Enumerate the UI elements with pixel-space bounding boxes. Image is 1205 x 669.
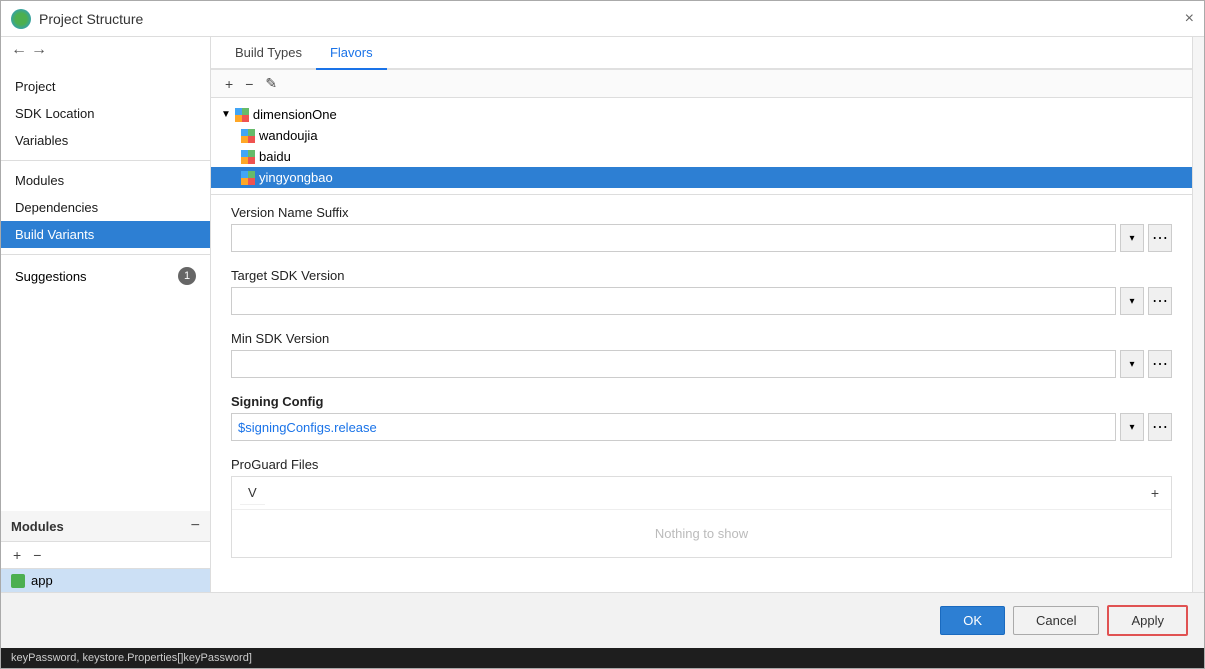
suggestions-badge: 1 xyxy=(178,267,196,285)
signing-config-dropdown-btn[interactable]: ▾ xyxy=(1120,413,1144,441)
tab-build-types[interactable]: Build Types xyxy=(221,37,316,70)
title-bar: Project Structure × xyxy=(1,1,1204,37)
flavor-icon xyxy=(235,108,249,122)
tree-label-wandoujia: wandoujia xyxy=(259,128,318,143)
right-scrollbar[interactable] xyxy=(1192,37,1204,592)
close-button[interactable]: × xyxy=(1185,11,1194,27)
chevron-icon: ▼ xyxy=(221,109,231,120)
min-sdk-version-label: Min SDK Version xyxy=(231,331,1172,346)
apply-button[interactable]: Apply xyxy=(1107,605,1188,636)
version-name-suffix-field: Version Name Suffix ▾ ⋯ xyxy=(231,205,1172,252)
version-name-suffix-input[interactable] xyxy=(231,224,1116,252)
tree-toolbar: + − ✎ xyxy=(211,70,1192,98)
code-bar-text: keyPassword, keystore.Properties[]keyPas… xyxy=(11,652,252,664)
version-name-suffix-dropdown-btn[interactable]: ▾ xyxy=(1120,224,1144,252)
module-name: app xyxy=(31,573,53,588)
sidebar-item-sdk-location[interactable]: SDK Location xyxy=(1,100,210,127)
forward-button[interactable]: → xyxy=(31,41,47,59)
title-bar-left: Project Structure xyxy=(11,9,143,29)
module-app[interactable]: app xyxy=(1,569,210,592)
nav-separator-2 xyxy=(1,254,210,255)
tree-item-dimensionone[interactable]: ▼ dimensionOne xyxy=(211,104,1192,125)
min-sdk-version-row: ▾ ⋯ xyxy=(231,350,1172,378)
main-content: Build Types Flavors + − ✎ ▼ xyxy=(211,37,1192,592)
tree-item-baidu[interactable]: baidu xyxy=(211,146,1192,167)
target-sdk-version-row: ▾ ⋯ xyxy=(231,287,1172,315)
code-bar: keyPassword, keystore.Properties[]keyPas… xyxy=(1,648,1204,668)
tree-label-baidu: baidu xyxy=(259,149,291,164)
tab-flavors[interactable]: Flavors xyxy=(316,37,387,70)
flavor-icon xyxy=(241,150,255,164)
proguard-value: V xyxy=(240,481,265,505)
proguard-files-label: ProGuard Files xyxy=(231,457,1172,472)
sidebar-item-dependencies[interactable]: Dependencies xyxy=(1,194,210,221)
sidebar-item-build-variants[interactable]: Build Variants xyxy=(1,221,210,248)
min-sdk-version-field: Min SDK Version ▾ ⋯ xyxy=(231,331,1172,378)
modules-collapse-btn[interactable]: − xyxy=(191,517,200,535)
cancel-button[interactable]: Cancel xyxy=(1013,606,1099,635)
proguard-area: V + Nothing to show xyxy=(231,476,1172,558)
version-name-suffix-row: ▾ ⋯ xyxy=(231,224,1172,252)
proguard-header: V + xyxy=(232,477,1171,510)
tree-item-yingyongbao[interactable]: yingyongbao xyxy=(211,167,1192,188)
bottom-bar: OK Cancel Apply xyxy=(1,592,1204,648)
sidebar-item-suggestions[interactable]: Suggestions 1 xyxy=(1,261,210,291)
suggestions-label: Suggestions xyxy=(15,269,87,284)
tree-label-dimensionone: dimensionOne xyxy=(253,107,337,122)
signing-config-label: Signing Config xyxy=(231,394,1172,409)
proguard-add-btn[interactable]: + xyxy=(1147,484,1163,502)
target-sdk-version-label: Target SDK Version xyxy=(231,268,1172,283)
tree-label-yingyongbao: yingyongbao xyxy=(259,170,333,185)
dialog-title: Project Structure xyxy=(39,11,143,27)
nav-separator xyxy=(1,160,210,161)
modules-header: Modules − xyxy=(1,511,210,542)
modules-title: Modules xyxy=(11,519,64,534)
modules-remove-btn[interactable]: − xyxy=(29,546,45,564)
signing-config-input[interactable] xyxy=(231,413,1116,441)
tree-item-wandoujia[interactable]: wandoujia xyxy=(211,125,1192,146)
sidebar-item-project[interactable]: Project xyxy=(1,73,210,100)
target-sdk-version-field: Target SDK Version ▾ ⋯ xyxy=(231,268,1172,315)
ok-button[interactable]: OK xyxy=(940,606,1005,635)
project-structure-dialog: Project Structure × ← → Project SDK Loca… xyxy=(0,0,1205,669)
proguard-files-field: ProGuard Files V + Nothing to show xyxy=(231,457,1172,558)
form-area: Version Name Suffix ▾ ⋯ Target SDK Versi… xyxy=(211,195,1192,592)
flavor-tree: ▼ dimensionOne xyxy=(211,98,1192,195)
proguard-empty-text: Nothing to show xyxy=(232,510,1171,557)
modules-toolbar: + − xyxy=(1,542,210,569)
signing-config-action-btn[interactable]: ⋯ xyxy=(1148,413,1172,441)
sidebar: ← → Project SDK Location Variables Modul… xyxy=(1,37,211,592)
tree-add-btn[interactable]: + xyxy=(221,74,237,93)
flavor-icon xyxy=(241,129,255,143)
signing-config-field: Signing Config ▾ ⋯ xyxy=(231,394,1172,441)
min-sdk-version-action-btn[interactable]: ⋯ xyxy=(1148,350,1172,378)
nav-arrows: ← → xyxy=(1,37,210,63)
min-sdk-version-dropdown-btn[interactable]: ▾ xyxy=(1120,350,1144,378)
sidebar-item-modules[interactable]: Modules xyxy=(1,167,210,194)
tree-edit-btn[interactable]: ✎ xyxy=(261,74,281,93)
modules-add-btn[interactable]: + xyxy=(9,546,25,564)
target-sdk-version-action-btn[interactable]: ⋯ xyxy=(1148,287,1172,315)
app-icon xyxy=(11,9,31,29)
tree-remove-btn[interactable]: − xyxy=(241,74,257,93)
version-name-suffix-action-btn[interactable]: ⋯ xyxy=(1148,224,1172,252)
flavor-icon xyxy=(241,171,255,185)
min-sdk-version-input[interactable] xyxy=(231,350,1116,378)
sidebar-item-variables[interactable]: Variables xyxy=(1,127,210,154)
target-sdk-version-dropdown-btn[interactable]: ▾ xyxy=(1120,287,1144,315)
tabs-bar: Build Types Flavors xyxy=(211,37,1192,70)
back-button[interactable]: ← xyxy=(11,41,27,59)
signing-config-row: ▾ ⋯ xyxy=(231,413,1172,441)
sidebar-top-nav: Project SDK Location Variables Modules D… xyxy=(1,63,210,511)
module-icon xyxy=(11,574,25,588)
target-sdk-version-input[interactable] xyxy=(231,287,1116,315)
version-name-suffix-label: Version Name Suffix xyxy=(231,205,1172,220)
dialog-body: ← → Project SDK Location Variables Modul… xyxy=(1,37,1204,592)
